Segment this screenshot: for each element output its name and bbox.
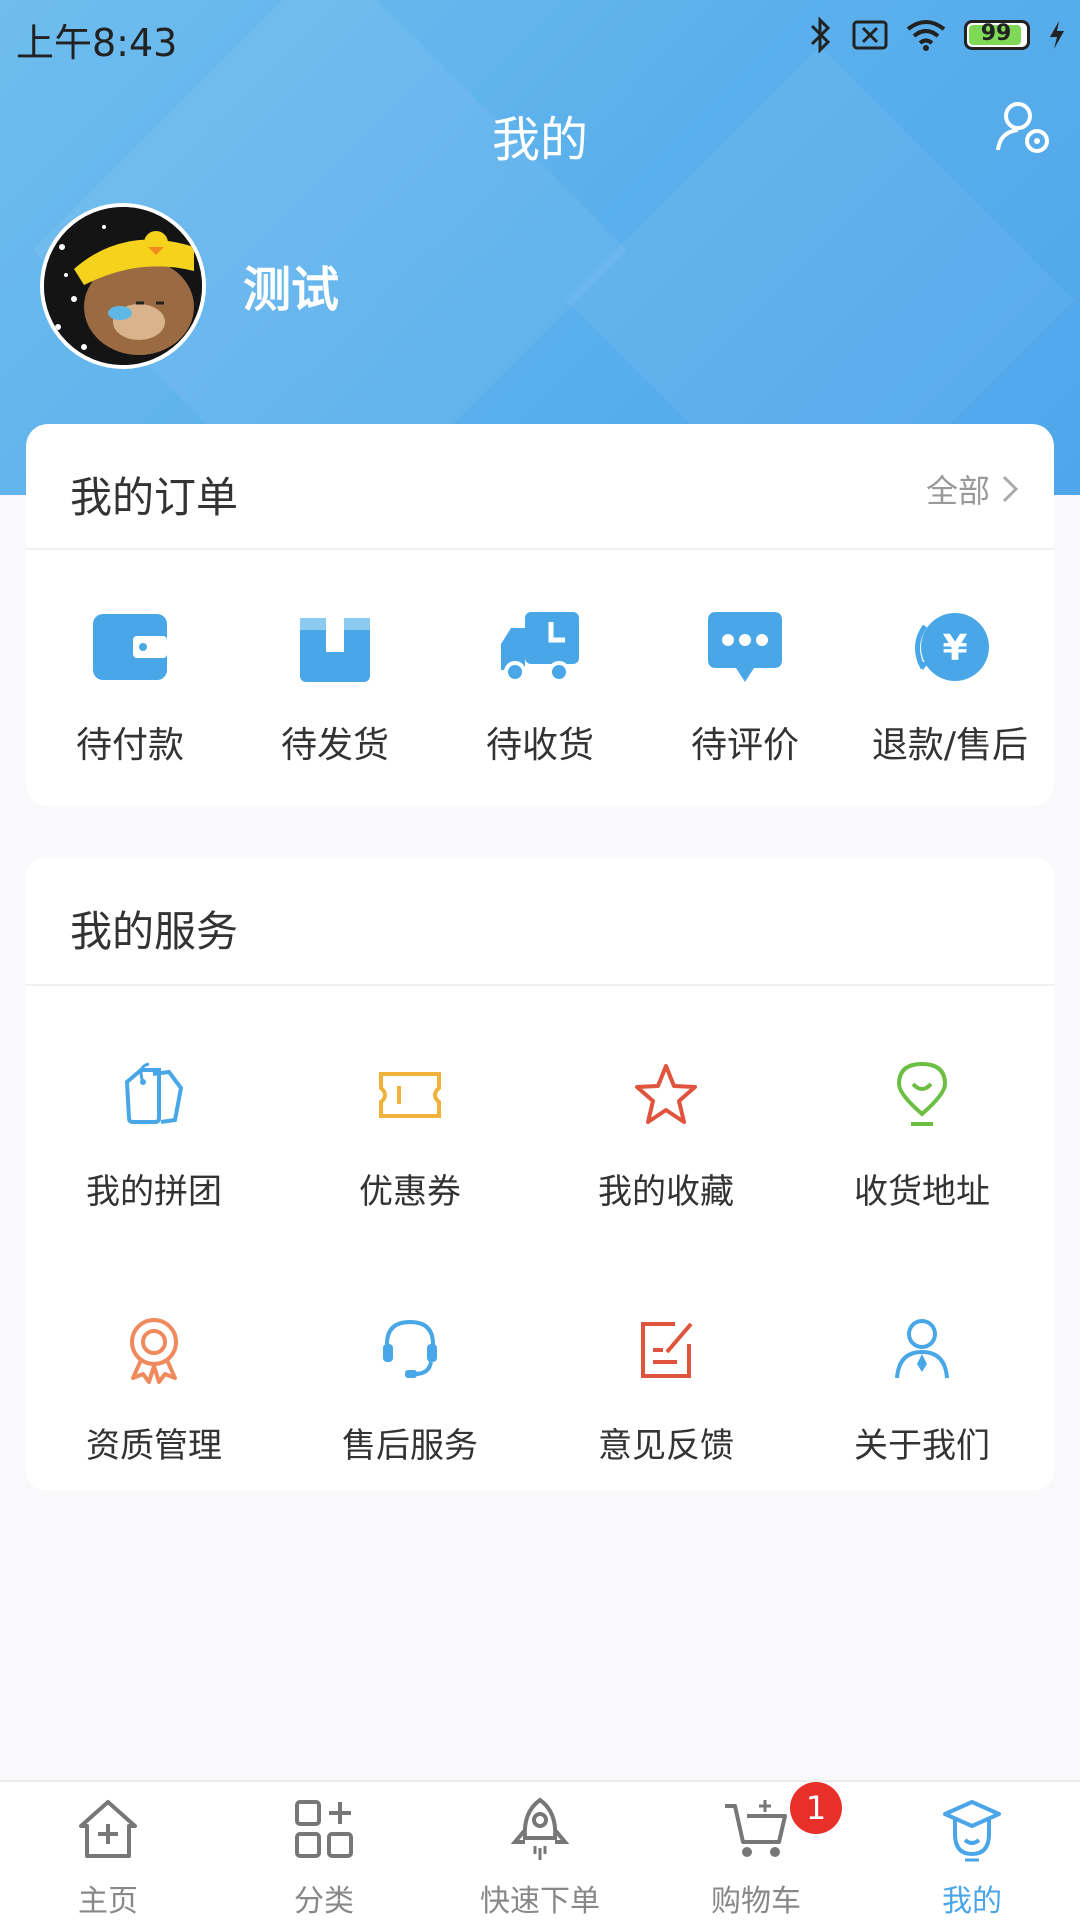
chevron-right-icon	[1002, 475, 1018, 503]
order-item-label: 待付款	[75, 725, 184, 766]
home-icon	[79, 1800, 137, 1858]
service-qualification[interactable]: 资质管理	[26, 1314, 282, 1467]
card-divider	[26, 548, 1054, 550]
service-shipping-address[interactable]: 收货地址	[794, 1060, 1050, 1213]
box-icon	[300, 618, 370, 682]
service-after-sales[interactable]: 售后服务	[282, 1314, 538, 1467]
location-icon	[896, 1061, 948, 1126]
wallet-icon	[93, 614, 167, 680]
services-card: 我的服务 我的拼团 优惠券 我的收藏 收货地址 资质管理 售后服务 意见反馈 关…	[26, 858, 1054, 1490]
service-label: 我的拼团	[86, 1172, 222, 1212]
services-title: 我的服务	[70, 907, 239, 956]
order-refund-aftersale[interactable]: ¥ 退款/售后	[850, 602, 1050, 768]
award-icon	[130, 1318, 178, 1384]
bottom-tab-bar: 主页 分类 快速下单 购物车 我的	[0, 1780, 1080, 1920]
refund-icon: ¥	[915, 613, 989, 681]
group-tag-icon	[124, 1062, 184, 1124]
cart-badge: 1	[790, 1782, 842, 1834]
tab-home[interactable]: 主页	[0, 1782, 216, 1920]
svg-text:¥: ¥	[942, 628, 967, 669]
order-pending-shipment[interactable]: 待发货	[235, 602, 435, 768]
tab-label: 购物车	[711, 1884, 801, 1919]
tab-label: 分类	[294, 1884, 354, 1919]
service-label: 意见反馈	[598, 1426, 734, 1466]
service-label: 优惠券	[359, 1172, 461, 1212]
profile-icon	[943, 1800, 1001, 1862]
orders-card: 我的订单 全部 待付款 待发货 待收货 待评价 ¥ 退款/售后	[26, 424, 1054, 806]
service-feedback[interactable]: 意见反馈	[538, 1314, 794, 1467]
star-icon	[635, 1064, 697, 1124]
bluetooth-icon	[810, 16, 831, 54]
service-coupons[interactable]: 优惠券	[282, 1060, 538, 1213]
headset-icon	[383, 1319, 437, 1378]
view-all-orders-link[interactable]: 全部	[926, 466, 1018, 512]
order-item-label: 待发货	[280, 725, 389, 766]
no-sim-icon	[852, 20, 888, 50]
battery-level: 99	[980, 21, 1012, 46]
wifi-icon	[906, 20, 946, 51]
service-label: 资质管理	[86, 1426, 222, 1466]
user-settings-icon	[996, 102, 1049, 153]
feedback-icon	[641, 1322, 693, 1378]
status-time: 上午8:43	[16, 21, 178, 65]
service-about-us[interactable]: 关于我们	[794, 1314, 1050, 1467]
service-my-group-buy[interactable]: 我的拼团	[26, 1060, 282, 1213]
chat-icon	[708, 612, 782, 682]
card-divider	[26, 984, 1054, 986]
status-bar: 上午8:43 99	[0, 0, 1080, 70]
service-label: 我的收藏	[598, 1172, 734, 1212]
tab-label: 主页	[78, 1884, 138, 1919]
account-settings-button[interactable]	[994, 98, 1054, 158]
charging-icon	[1050, 21, 1064, 49]
order-item-label: 退款/售后	[871, 725, 1029, 766]
orders-title: 我的订单	[70, 473, 239, 522]
avatar-image	[44, 207, 202, 365]
rocket-icon	[510, 1797, 570, 1860]
username[interactable]: 测试	[243, 250, 339, 320]
order-pending-receipt[interactable]: 待收货	[440, 602, 640, 768]
order-pending-payment[interactable]: 待付款	[30, 602, 230, 768]
service-label: 收货地址	[854, 1172, 990, 1212]
order-pending-review[interactable]: 待评价	[645, 602, 845, 768]
order-item-label: 待收货	[485, 725, 594, 766]
view-all-label: 全部	[925, 472, 990, 510]
service-favorites[interactable]: 我的收藏	[538, 1060, 794, 1213]
coupon-icon	[379, 1072, 441, 1118]
service-label: 售后服务	[342, 1426, 478, 1466]
status-icons: 99	[808, 14, 1066, 56]
person-icon	[895, 1319, 949, 1379]
cart-icon	[725, 1800, 787, 1857]
category-icon	[295, 1800, 353, 1858]
tab-label: 快速下单	[480, 1884, 600, 1919]
tab-label: 我的	[942, 1884, 1002, 1919]
truck-icon	[501, 612, 579, 683]
page-title: 我的	[491, 112, 588, 168]
battery-icon: 99	[964, 20, 1030, 50]
avatar[interactable]	[40, 203, 206, 369]
service-label: 关于我们	[854, 1426, 990, 1466]
tab-profile[interactable]: 我的	[864, 1782, 1080, 1920]
tab-category[interactable]: 分类	[216, 1782, 432, 1920]
order-item-label: 待评价	[690, 725, 799, 766]
tab-quick-order[interactable]: 快速下单	[432, 1782, 648, 1920]
